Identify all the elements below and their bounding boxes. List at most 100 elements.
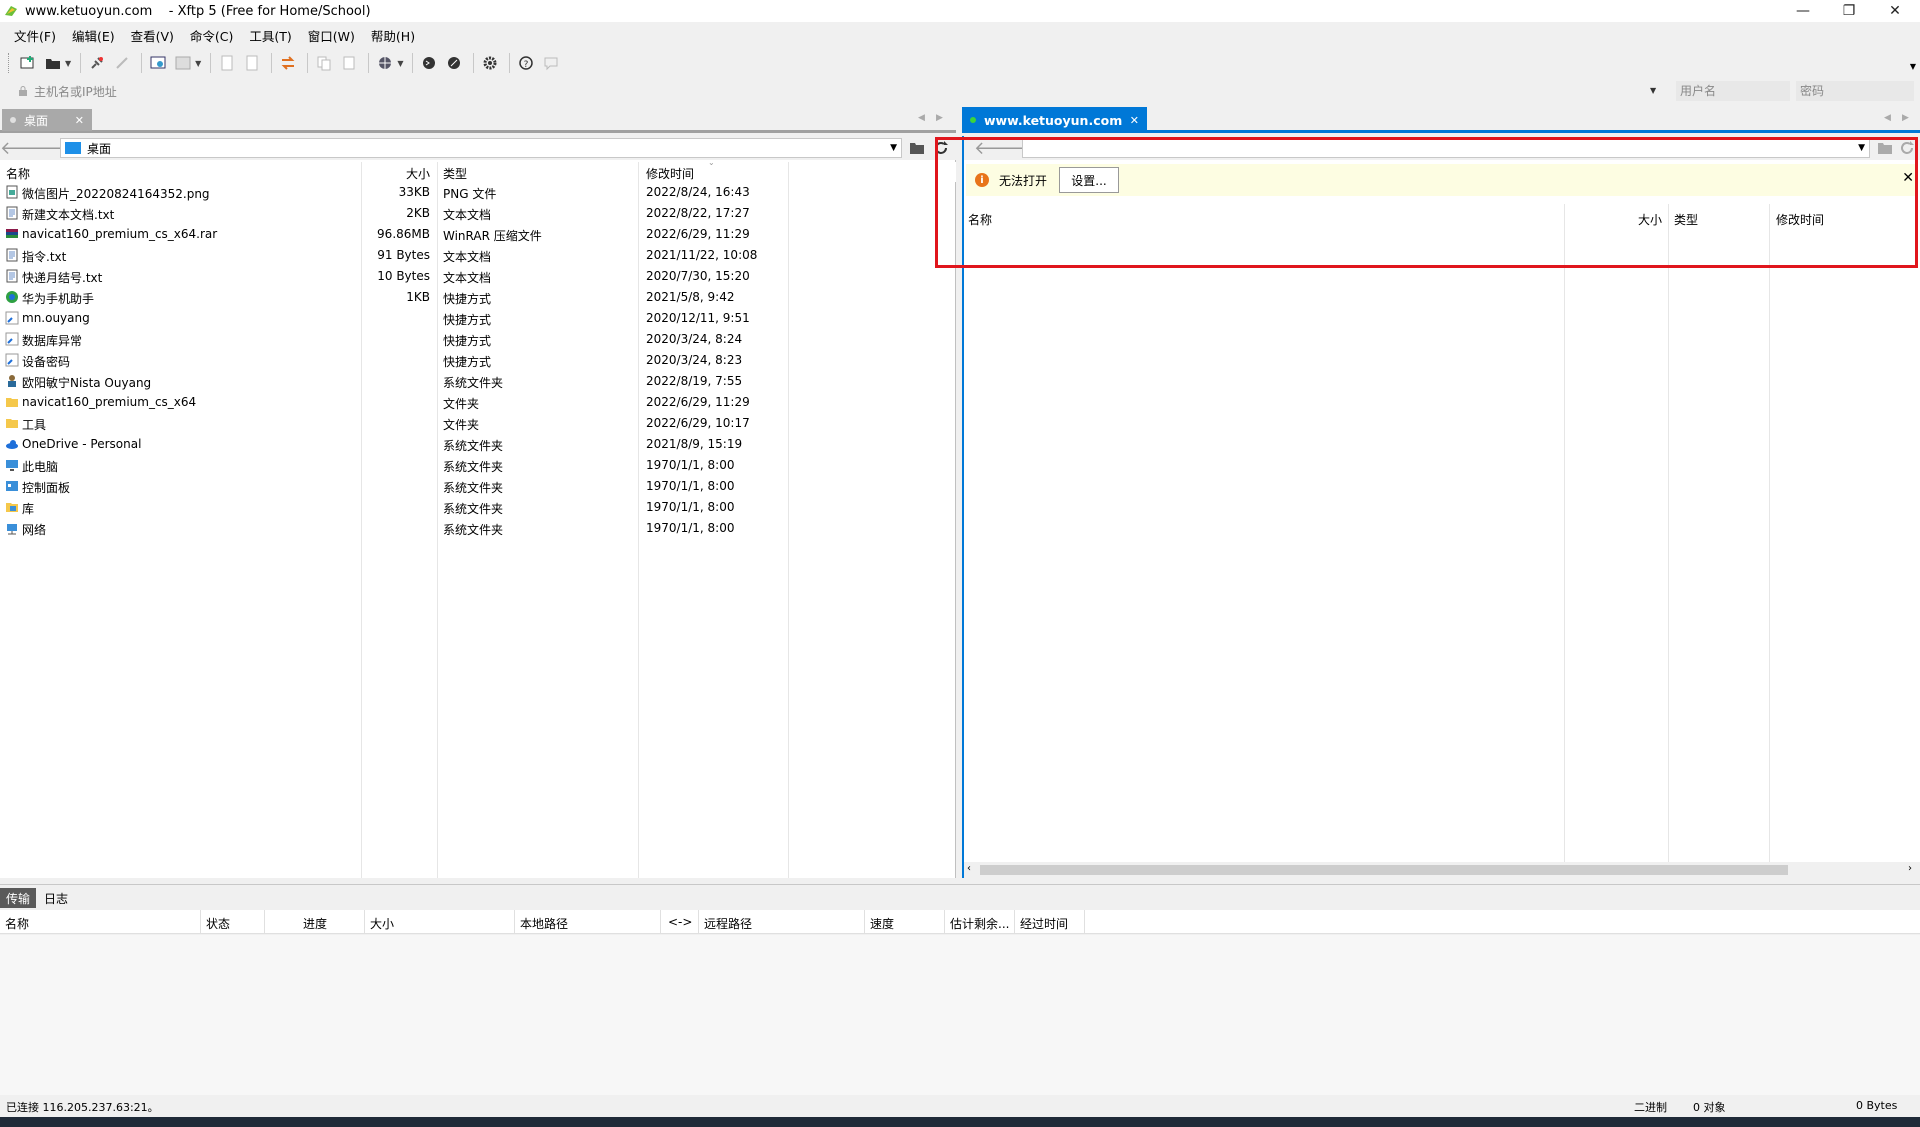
col-size[interactable]: 大小 (406, 165, 430, 182)
file-row[interactable]: 欧阳敏宁Nista Ouyang 系统文件夹 2022/8/19, 7:55 (0, 371, 956, 392)
forward-arrow-icon[interactable]: 🡒 (22, 138, 70, 159)
tab-log[interactable]: 日志 (38, 888, 74, 908)
username-input[interactable]: 用户名 (1676, 81, 1790, 101)
col-transfer-remote-path[interactable]: 远程路径 (704, 915, 752, 932)
col-transfer-progress[interactable]: 进度 (303, 915, 327, 932)
text-file-icon (6, 269, 18, 283)
help-button[interactable]: ? (515, 52, 537, 74)
properties-button[interactable] (147, 52, 169, 74)
file-row[interactable]: 控制面板 系统文件夹 1970/1/1, 8:00 (0, 476, 956, 497)
paste-button[interactable] (338, 52, 360, 74)
file-row[interactable]: 数据库异常 快捷方式 2020/3/24, 8:24 (0, 329, 956, 350)
tab-scroll-left-icon[interactable]: ◀ (1884, 113, 1891, 123)
folder-icon (910, 143, 924, 154)
transfer-button[interactable] (277, 52, 299, 74)
tab-transfer[interactable]: 传输 (0, 888, 37, 908)
file-row[interactable]: 华为手机助手 1KB 快捷方式 2021/5/8, 9:42 (0, 287, 956, 308)
toolbar-grip[interactable] (8, 53, 11, 73)
minimize-button[interactable]: — (1780, 0, 1826, 22)
col-transfer-status[interactable]: 状态 (206, 915, 230, 932)
restore-button[interactable]: ❐ (1826, 0, 1872, 22)
connect-button[interactable] (86, 52, 108, 74)
file-row[interactable]: OneDrive - Personal 系统文件夹 2021/8/9, 15:19 (0, 434, 956, 455)
menu-tools[interactable]: 工具(T) (249, 26, 291, 45)
menu-command[interactable]: 命令(C) (190, 26, 233, 45)
host-dropdown-icon[interactable]: ▼ (1650, 86, 1656, 95)
local-path-combo[interactable]: 桌面 ▼ (60, 138, 902, 158)
file-type: 系统文件夹 (443, 502, 504, 516)
disconnect-button[interactable] (111, 52, 133, 74)
menu-view[interactable]: 查看(V) (131, 26, 174, 45)
menu-window[interactable]: 窗口(W) (308, 26, 355, 45)
open-dropdown-icon[interactable]: ▼ (65, 59, 71, 68)
tab-scroll-left-icon[interactable]: ◀ (918, 113, 925, 123)
toolbar-overflow-icon[interactable]: ▼ (1910, 62, 1916, 71)
column-divider (200, 910, 201, 934)
host-input[interactable]: 主机名或IP地址 (18, 81, 1663, 101)
file-row[interactable]: 设备密码 快捷方式 2020/3/24, 8:23 (0, 350, 956, 371)
tab-close-icon[interactable]: ✕ (75, 114, 84, 127)
menu-file[interactable]: 文件(F) (14, 26, 56, 45)
language-button[interactable] (374, 52, 396, 74)
copy-button[interactable] (313, 52, 335, 74)
path-dropdown-icon[interactable]: ▼ (890, 143, 897, 153)
terminal-button[interactable] (172, 52, 194, 74)
close-button[interactable]: ✕ (1872, 0, 1918, 22)
col-transfer-direction[interactable]: <-> (668, 915, 692, 929)
new-session-icon (20, 56, 34, 69)
file-row[interactable]: 网络 系统文件夹 1970/1/1, 8:00 (0, 518, 956, 539)
tab-local-desktop[interactable]: 桌面 ✕ (2, 109, 92, 131)
new-session-button[interactable] (17, 52, 39, 74)
terminal-dropdown-icon[interactable]: ▼ (195, 59, 201, 68)
tab-close-icon[interactable]: ✕ (1130, 114, 1139, 127)
file-row[interactable]: 新建文本文档.txt 2KB 文本文档 2022/8/22, 17:27 (0, 203, 956, 224)
col-transfer-elapsed[interactable]: 经过时间 (1020, 915, 1068, 932)
scrollbar-thumb[interactable] (980, 865, 1788, 875)
toolbar-separator (473, 53, 475, 73)
toolbar-separator (412, 53, 414, 73)
xshell-button[interactable] (418, 52, 440, 74)
file-name: 此电脑 (22, 460, 59, 474)
file-row[interactable]: 此电脑 系统文件夹 1970/1/1, 8:00 (0, 455, 956, 476)
download-button[interactable] (241, 52, 263, 74)
file-row[interactable]: 微信图片_20220824164352.png 33KB PNG 文件 2022/8/… (0, 182, 956, 203)
file-row[interactable]: 指令.txt 91 Bytes 文本文档 2021/11/22, 10:08 (0, 245, 956, 266)
feedback-button[interactable] (540, 52, 562, 74)
col-mtime[interactable]: 修改时间 (646, 165, 694, 182)
xftp-button[interactable] (443, 52, 465, 74)
password-input[interactable]: 密码 (1796, 81, 1914, 101)
tab-scroll-right-icon[interactable]: ▶ (936, 113, 943, 123)
local-new-folder-button[interactable] (906, 138, 928, 158)
col-transfer-speed[interactable]: 速度 (870, 915, 894, 932)
back-arrow-icon[interactable]: 🡐 (0, 138, 48, 159)
file-mtime: 2021/11/22, 10:08 (646, 248, 758, 262)
language-dropdown-icon[interactable]: ▼ (397, 59, 403, 68)
file-mtime: 2021/5/8, 9:42 (646, 290, 735, 304)
file-row[interactable]: mn.ouyang 快捷方式 2020/12/11, 9:51 (0, 308, 956, 329)
file-row[interactable]: navicat160_premium_cs_x64.rar 96.86MB WinR… (0, 224, 956, 245)
col-name[interactable]: 名称 (6, 165, 30, 182)
file-name: navicat160_premium_cs_x64.rar (22, 227, 218, 241)
folder-open-icon (46, 59, 60, 69)
file-row[interactable]: 快递月结号.txt 10 Bytes 文本文档 2020/7/30, 15:20 (0, 266, 956, 287)
scroll-right-icon[interactable]: › (1908, 863, 1912, 874)
col-transfer-name[interactable]: 名称 (5, 915, 29, 932)
tab-remote-session[interactable]: www.ketuoyun.com ✕ (962, 107, 1147, 133)
file-row[interactable]: navicat160_premium_cs_x64 文件夹 2022/6/29, 1… (0, 392, 956, 413)
open-session-button[interactable] (42, 52, 64, 74)
options-button[interactable] (479, 52, 501, 74)
scroll-left-icon[interactable]: ‹ (967, 863, 971, 874)
huawei-shortcut-icon (6, 291, 18, 303)
menu-help[interactable]: 帮助(H) (371, 26, 415, 45)
col-type[interactable]: 类型 (443, 165, 467, 182)
menu-edit[interactable]: 编辑(E) (72, 26, 115, 45)
col-transfer-local-path[interactable]: 本地路径 (520, 915, 568, 932)
horizontal-scrollbar[interactable]: ‹ › (964, 862, 1920, 878)
tab-scroll-right-icon[interactable]: ▶ (1902, 113, 1909, 123)
file-row[interactable]: 库 系统文件夹 1970/1/1, 8:00 (0, 497, 956, 518)
col-transfer-eta[interactable]: 估计剩余... (950, 915, 1009, 932)
upload-button[interactable] (216, 52, 238, 74)
local-path-text: 桌面 (87, 141, 112, 156)
file-row[interactable]: 工具 文件夹 2022/6/29, 10:17 (0, 413, 956, 434)
col-transfer-size[interactable]: 大小 (370, 915, 394, 932)
